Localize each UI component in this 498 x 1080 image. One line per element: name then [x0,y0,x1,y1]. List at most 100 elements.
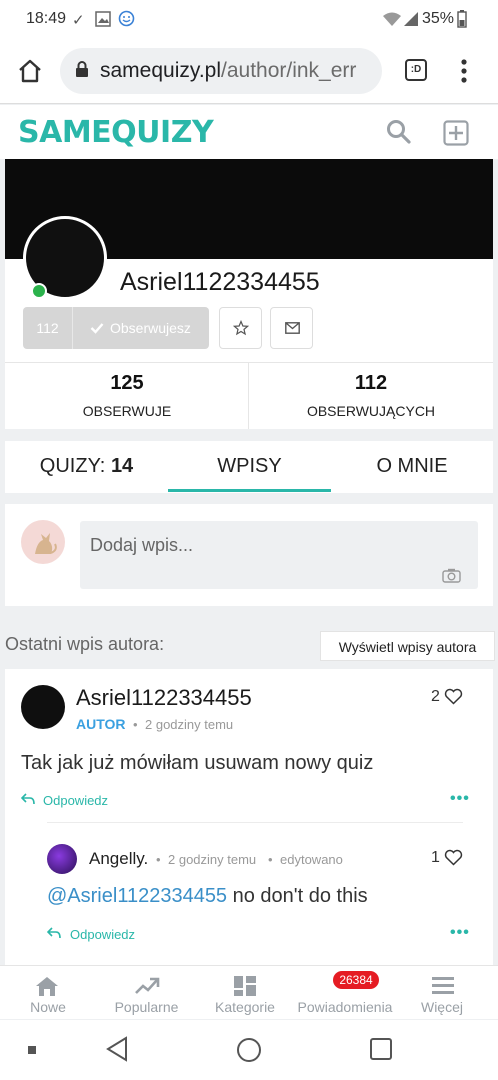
tab-quizzes[interactable]: QUIZY: 14 [5,455,168,478]
back-icon[interactable] [105,1036,129,1062]
samequizy-logo[interactable]: SAMEQUIZY [18,113,214,150]
nav-categories-label: Kategorie [215,999,275,1015]
comment-text: @Asriel1122334455 no don't do this [47,885,368,908]
tab-posts[interactable]: WPISY [168,455,331,478]
post-time: 2 godziny temu [145,717,234,732]
search-icon[interactable] [386,119,412,145]
profile-tabs: QUIZY: 14 WPISY O MNIE [5,441,493,493]
recent-dot-icon[interactable] [28,1046,36,1054]
url-host: samequizy.pl [100,59,221,82]
tab-switcher-button[interactable]: :D [405,59,427,81]
author-badge: AUTOR [76,716,126,732]
system-navigation [0,1020,498,1080]
online-indicator [31,283,47,299]
check-icon: ✓ [72,12,85,29]
nav-more-label: Więcej [420,999,463,1015]
comment-like-count: 1 [431,849,440,866]
bottom-navigation: Nowe Popularne Kategorie Powiadomienia W… [0,965,498,1019]
nav-notifications-label: Powiadomienia [297,999,393,1015]
reply-icon[interactable] [47,927,61,939]
post-text: Tak jak już mówiłam usuwam nowy quiz [21,752,374,774]
nav-popular-label: Popularne [114,999,179,1015]
star-icon [233,320,249,336]
heart-icon[interactable] [444,688,463,705]
comment-time: 2 godziny temu [168,852,257,867]
status-time: 18:49 [26,10,67,27]
new-post-placeholder: Dodaj wpis... [90,535,194,555]
new-post-input[interactable]: Dodaj wpis... [80,521,478,589]
post-author-name[interactable]: Asriel1122334455 [76,685,252,711]
comment-body: no don't do this [227,885,368,907]
post-card [5,669,493,969]
meta-separator: • [133,717,138,732]
followers-label[interactable]: OBSERWUJĄCYCH [249,403,493,419]
post-author-avatar[interactable] [21,685,65,729]
url-bar[interactable]: samequizy.pl/author/ink_err [60,48,382,94]
reply-icon[interactable] [21,793,35,805]
more-vert-icon[interactable] [460,58,468,84]
meta-separator: • [268,852,273,867]
overview-icon[interactable] [369,1037,393,1061]
camera-icon[interactable] [442,568,461,583]
follow-button[interactable]: 112 Obserwujesz [23,307,209,349]
heart-icon[interactable] [444,849,463,866]
notification-badge: 26384 [333,971,379,989]
logo-same: SAME [18,115,112,150]
tab-quizzes-count: 14 [110,455,134,477]
menu-icon [432,977,454,994]
comment-author-name[interactable]: Angelly. [89,849,148,869]
current-user-avatar [21,520,65,564]
last-post-title: Ostatni wpis autora: [5,634,165,654]
check-icon [90,323,104,334]
tab-about[interactable]: O MNIE [331,455,493,478]
add-quiz-icon[interactable] [443,120,469,146]
wifi-icon [383,12,401,26]
site-header: SAMEQUIZY [0,105,498,159]
browser-toolbar: samequizy.pl/author/ink_err :D [0,38,498,104]
nav-new-label: Nowe [30,999,66,1015]
followers-count[interactable]: 112 [249,372,493,395]
divider [47,822,463,823]
message-button[interactable] [270,307,313,349]
envelope-icon [285,322,300,334]
post-reply-link[interactable]: Odpowiedz [43,793,108,808]
lock-icon [76,61,88,77]
following-count[interactable]: 125 [5,372,249,395]
nav-new[interactable]: Nowe [0,966,96,1020]
url-text: samequizy.pl/author/ink_err [100,59,356,83]
url-path: /author/ink_err [221,59,357,82]
nav-popular[interactable]: Popularne [96,966,197,1020]
active-tab-indicator [168,489,331,492]
status-bar: 18:49 ✓ 35% [0,0,498,38]
cat-avatar-icon [35,533,57,554]
follow-label: Obserwujesz [110,320,191,336]
comment-author-avatar[interactable] [47,844,77,874]
tab-quizzes-label: QUIZY: [39,455,106,477]
divider [5,362,493,363]
comment-more-icon[interactable]: ••• [450,924,470,942]
favorite-button[interactable] [219,307,262,349]
image-icon [95,11,111,27]
comment-edited: edytowano [280,852,343,867]
signal-icon [404,12,418,26]
battery-percent: 35% [422,10,455,27]
nav-more[interactable]: Więcej [397,966,487,1020]
home-icon[interactable] [17,59,43,83]
comment-mention[interactable]: @Asriel1122334455 [47,885,227,907]
post-like-count: 2 [431,688,440,705]
battery-icon [457,10,467,28]
grid-icon [234,976,256,996]
following-label[interactable]: OBSERWUJE [5,403,249,419]
meta-separator: • [156,852,161,867]
logo-quizy: QUIZY [111,115,214,150]
follow-count: 112 [23,307,73,349]
face-icon [118,10,135,27]
profile-username: Asriel1122334455 [120,268,320,296]
nav-categories[interactable]: Kategorie [197,966,293,1020]
home-icon [36,977,58,996]
comment-reply-link[interactable]: Odpowiedz [70,927,135,942]
view-author-posts-button[interactable]: Wyświetl wpisy autora [320,631,495,661]
home-circle-icon[interactable] [236,1037,262,1063]
trending-icon [135,977,160,994]
post-more-icon[interactable]: ••• [450,790,470,808]
